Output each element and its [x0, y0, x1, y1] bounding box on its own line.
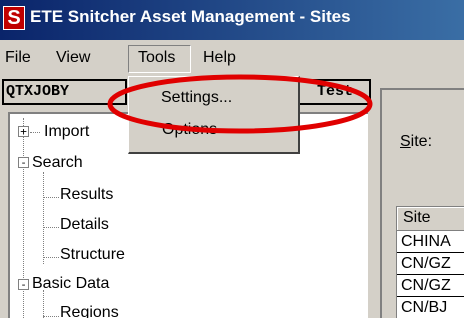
tree-node-import[interactable]: Import: [44, 123, 89, 141]
tools-dropdown-menu: Settings... Options: [128, 76, 300, 154]
tree-guide-line: [43, 172, 44, 264]
tree-node-basic-data[interactable]: Basic Data: [32, 275, 109, 293]
user-combo[interactable]: QTXJOBY: [2, 79, 127, 105]
tree-connector: [43, 197, 59, 198]
tree-connector: [43, 227, 59, 228]
menu-item-settings[interactable]: Settings...: [161, 89, 232, 107]
tree-node-regions[interactable]: Regions: [60, 304, 119, 318]
title-bar: S ETE Snitcher Asset Management - Sites: [0, 0, 464, 40]
site-label-text: ite:: [410, 133, 433, 150]
environment-combo[interactable]: Test: [297, 79, 371, 105]
plus-box-icon[interactable]: +: [18, 126, 29, 137]
table-row[interactable]: CHINA: [397, 231, 464, 253]
menu-help[interactable]: Help: [203, 49, 236, 67]
tree-guide-line: [43, 290, 44, 318]
tree-node-results[interactable]: Results: [60, 186, 113, 204]
window-title: ETE Snitcher Asset Management - Sites: [30, 7, 351, 26]
tree-connector: [43, 316, 59, 317]
table-row[interactable]: CN/GZ: [397, 253, 464, 275]
menu-file[interactable]: File: [5, 49, 31, 67]
grid-column-header-site[interactable]: Site: [397, 207, 464, 231]
menu-item-options[interactable]: Options: [162, 121, 217, 139]
tree-node-details[interactable]: Details: [60, 216, 109, 234]
table-row[interactable]: CN/BJ: [397, 297, 464, 318]
tree-node-structure[interactable]: Structure: [60, 246, 125, 264]
tree-connector: [30, 132, 40, 133]
table-row[interactable]: CN/GZ: [397, 275, 464, 297]
tree-connector: [43, 257, 59, 258]
menu-tools[interactable]: Tools: [138, 49, 175, 67]
tree-node-search[interactable]: Search: [32, 154, 83, 172]
app-logo-icon: S: [3, 6, 25, 30]
menu-view[interactable]: View: [56, 49, 90, 67]
site-label-accelerator: S: [400, 133, 411, 150]
site-label: Site:: [400, 133, 432, 151]
sites-grid: Site CHINA CN/GZ CN/GZ CN/BJ: [396, 206, 464, 318]
minus-box-icon[interactable]: -: [18, 279, 29, 290]
minus-box-icon[interactable]: -: [18, 157, 29, 168]
